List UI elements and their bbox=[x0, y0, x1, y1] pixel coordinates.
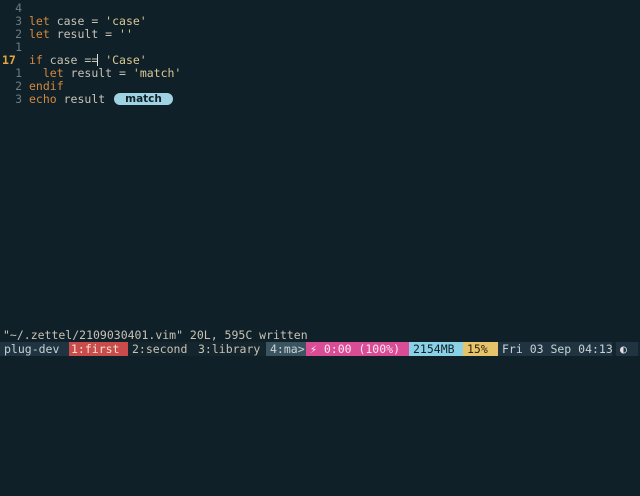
keyword-token: echo bbox=[29, 92, 57, 106]
window-tab-second[interactable]: 2:second bbox=[128, 342, 194, 356]
window-tab-library[interactable]: 3:library bbox=[194, 342, 264, 356]
keyword-token: let bbox=[29, 27, 50, 41]
keyword-token: endif bbox=[29, 79, 64, 93]
session-name[interactable]: plug-dev bbox=[0, 342, 72, 356]
line-code: echo result bbox=[29, 93, 105, 106]
code-line[interactable]: 3 echo result bbox=[0, 93, 640, 106]
command-line-message: "~/.zettel/2109030401.vim" 20L, 595C wri… bbox=[3, 328, 308, 342]
string-token: 'case' bbox=[105, 14, 147, 28]
string-token: 'match' bbox=[132, 66, 182, 80]
code-token: result bbox=[56, 92, 106, 106]
window-tab-ma[interactable]: 4:ma> bbox=[266, 342, 306, 356]
string-token: '' bbox=[119, 27, 133, 41]
tmux-status-bar: plug-dev 1:first 2:second 3:library 4:ma… bbox=[0, 342, 640, 356]
cpu-usage: 15% bbox=[463, 342, 499, 356]
string-token: 'Case' bbox=[105, 53, 147, 67]
line-number: 3 bbox=[15, 92, 22, 106]
date-time: Fri 03 Sep 04:13 bbox=[498, 342, 613, 356]
code-token: result = bbox=[49, 27, 120, 41]
code-line[interactable]: 2 let result = '' bbox=[0, 28, 640, 41]
code-token: result = bbox=[63, 66, 133, 80]
keyword-token: if bbox=[29, 53, 43, 67]
battery-status: ⚡ 0:00 (100%) bbox=[306, 342, 410, 356]
keyword-token: let bbox=[29, 14, 50, 28]
code-token: case == bbox=[42, 53, 99, 67]
code-line[interactable]: 1 let result = 'match' bbox=[0, 67, 640, 80]
moon-phase-icon: ◐ bbox=[616, 342, 638, 356]
virtual-text-badge: match bbox=[114, 93, 173, 105]
memory-usage: 2154MB bbox=[409, 342, 465, 356]
line-code: let result = '' bbox=[29, 28, 133, 41]
window-tab-first[interactable]: 1:first bbox=[69, 342, 128, 356]
keyword-token: let bbox=[42, 66, 64, 80]
editor-buffer[interactable]: 4 3 let case = 'case' 2 let result = '' 1 17 if… bbox=[0, 0, 640, 326]
code-token: case = bbox=[49, 14, 106, 28]
